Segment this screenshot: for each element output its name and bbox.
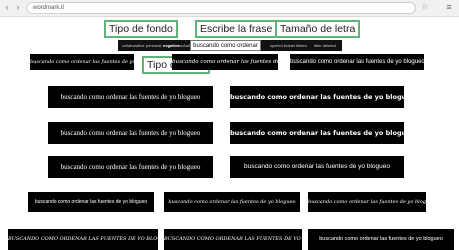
control-letters[interactable]: letters xyxy=(296,40,307,51)
font-sample[interactable]: buscando como ordenar las fuentes de yo … xyxy=(164,192,300,212)
font-sample[interactable]: buscando como ordenar las fuentes de yo … xyxy=(28,192,154,212)
browser-toolbar: ‹ › wordmark.it ☆ ≡ xyxy=(0,0,459,17)
font-sample[interactable]: buscando como ordenar las fuentes de yo … xyxy=(290,54,424,70)
annotation-background: Tipo de fondo xyxy=(104,20,178,38)
forward-icon[interactable]: › xyxy=(13,2,23,12)
font-sample[interactable]: buscando como ordenar las fuentes de yo … xyxy=(230,156,404,178)
font-sample[interactable]: buscando como ordenar las fuentes de yo … xyxy=(30,54,134,70)
control-size-small[interactable]: aa xyxy=(178,40,182,51)
control-collaborative[interactable]: collaborative xyxy=(122,40,144,51)
font-sample[interactable]: buscando como ordenar las fuentes de yo … xyxy=(48,86,213,108)
control-negative[interactable]: negative xyxy=(163,40,179,51)
url-text: wordmark.it xyxy=(33,5,65,11)
font-sample[interactable]: BUSCANDO COMO ORDENAR LAS FUENTES DE YO … xyxy=(8,229,158,250)
font-sample[interactable]: BUSCANDO COMO ORDENAR LAS FUENTES DE YO … xyxy=(164,229,302,250)
font-sample[interactable]: buscando como ordenar las fuentes de yo … xyxy=(48,156,213,178)
font-sample[interactable]: buscando como ordenar las fuentes de yo … xyxy=(48,122,213,144)
back-icon[interactable]: ‹ xyxy=(2,2,12,12)
annotation-size: Tamaño de letra xyxy=(275,20,361,38)
address-bar[interactable]: wordmark.it xyxy=(26,2,416,14)
font-sample[interactable]: buscando como ordenar las fuentes de yo … xyxy=(308,192,426,212)
menu-icon[interactable]: ≡ xyxy=(444,2,454,12)
star-icon[interactable]: ☆ xyxy=(420,2,430,12)
control-filter-deleted[interactable]: filter deleted xyxy=(314,40,336,51)
annotation-phrase: Escribe la frase xyxy=(195,20,278,38)
font-sample[interactable]: buscando como ordenar las fuentes de yo … xyxy=(172,54,278,70)
font-sample[interactable]: buscando como ordenar las fuentes de yo … xyxy=(230,86,404,108)
font-sample[interactable]: buscando como ordenar las fuentes de yo … xyxy=(308,229,454,250)
control-symbol[interactable]: symbol xyxy=(270,40,283,51)
phrase-input[interactable]: buscando como ordenar xyxy=(190,40,261,51)
control-bolder[interactable]: bolder xyxy=(284,40,295,51)
font-sample[interactable]: buscando como ordenar las fuentes de yo … xyxy=(230,122,404,144)
control-personal[interactable]: personal xyxy=(146,40,161,51)
